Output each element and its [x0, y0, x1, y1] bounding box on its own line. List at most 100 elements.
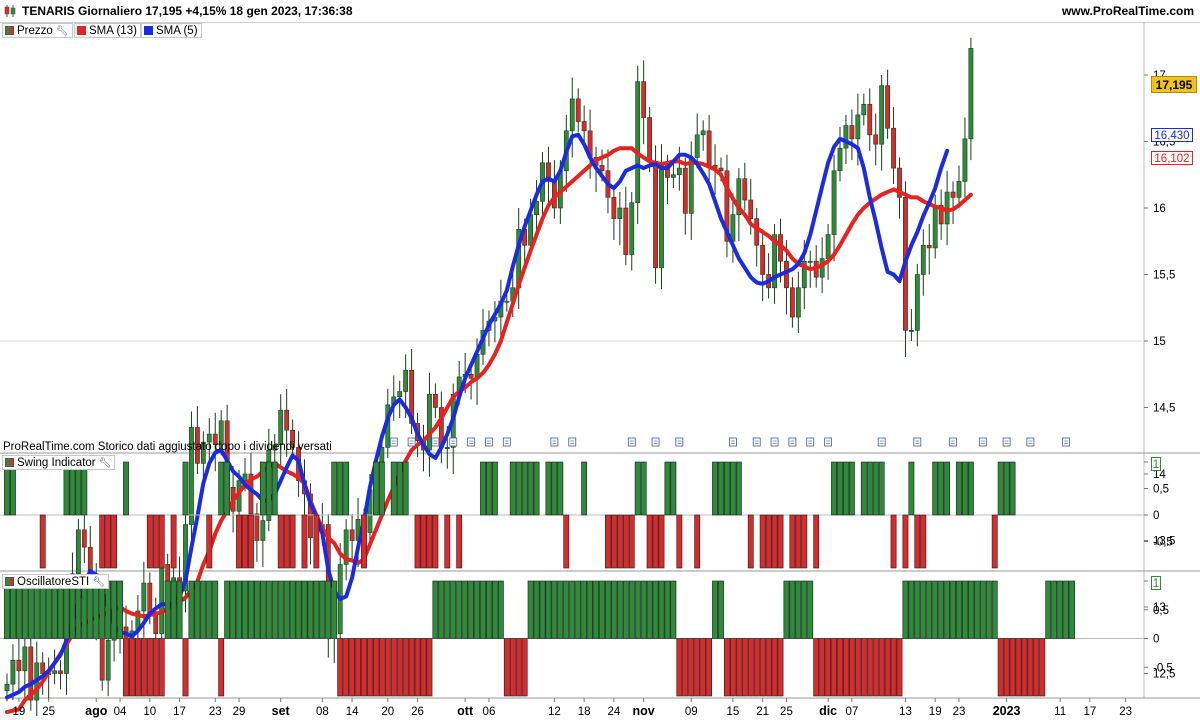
- sti-bar: [432, 580, 439, 639]
- sti-bar: [979, 580, 986, 639]
- candle-body: [795, 287, 801, 318]
- sti-bar: [337, 638, 344, 697]
- sti-bar: [688, 638, 695, 697]
- sti-bar: [938, 580, 945, 639]
- site-link[interactable]: www.ProRealTime.com: [1062, 4, 1194, 18]
- sti-bar: [700, 638, 707, 697]
- swing-bar: [515, 461, 522, 516]
- candle-body: [58, 670, 63, 674]
- swing-bar: [337, 461, 344, 516]
- swing-bar: [152, 514, 159, 569]
- sti-bar: [605, 580, 611, 639]
- time-tick-label: 09: [685, 706, 698, 718]
- swing-bar: [480, 461, 486, 516]
- legend-oscillatore-sti[interactable]: OscillatoreSTI 🔧︎: [2, 574, 109, 589]
- swing-bar: [265, 461, 272, 516]
- sti-bar: [807, 580, 814, 639]
- candle-body: [278, 409, 284, 446]
- chart-canvas[interactable]: 12,51313,51414,51515,51616,51717,5180,50…: [0, 22, 1200, 720]
- sti-bar: [140, 638, 147, 697]
- sti-bar: [206, 580, 213, 639]
- candle-body: [837, 147, 843, 172]
- swing-bar: [908, 461, 915, 516]
- legend-price[interactable]: Prezzo 🔧︎: [2, 23, 73, 38]
- swing-bar: [872, 461, 879, 516]
- sti-bar: [926, 580, 933, 639]
- sti-bar: [218, 638, 225, 697]
- sti-bar: [718, 580, 724, 639]
- swing-bar: [658, 514, 665, 569]
- swing-bar: [146, 514, 153, 569]
- osc-tick-label: 0,5: [1153, 484, 1169, 496]
- candle-body: [444, 447, 450, 449]
- candle-body: [403, 369, 409, 392]
- swing-bar: [521, 461, 528, 516]
- swing-bar: [283, 514, 290, 569]
- swing-bar: [545, 461, 552, 516]
- sti-last-badge: 1: [1151, 576, 1161, 590]
- wrench-icon[interactable]: 🔧︎: [99, 456, 112, 471]
- swing-bar: [610, 514, 617, 569]
- sti-bar: [599, 580, 605, 639]
- document-icon: [1002, 437, 1011, 447]
- time-tick-label: 24: [608, 706, 621, 718]
- chart-title: TENARIS Giornaliero 17,195 +4,15% 18 gen…: [22, 4, 353, 18]
- sti-bar: [325, 580, 332, 639]
- sti-bar: [563, 580, 570, 639]
- time-tick-label: 23: [1119, 706, 1132, 718]
- swing-bar: [920, 514, 927, 569]
- swing-bar: [622, 514, 629, 569]
- document-icon: [485, 437, 493, 447]
- wrench-icon[interactable]: 🔧︎: [92, 575, 105, 590]
- swing-bar: [789, 514, 796, 569]
- swing-bar: [962, 461, 968, 516]
- document-icon-page: [407, 437, 416, 447]
- document-icon-page: [449, 437, 458, 447]
- sti-bar: [819, 638, 826, 697]
- sti-bar: [117, 580, 123, 639]
- swing-bar: [848, 461, 855, 516]
- legend-sma13[interactable]: SMA (13): [74, 23, 141, 38]
- candle-body: [825, 234, 831, 259]
- document-icon: [651, 437, 660, 447]
- sti-bar: [259, 580, 266, 639]
- sti-bar: [129, 638, 135, 697]
- price-tick-label: 15: [1153, 336, 1166, 348]
- swing-bar: [1003, 461, 1010, 516]
- time-tick-label: 21: [756, 706, 769, 718]
- legend-sma5[interactable]: SMA (5): [141, 23, 202, 38]
- sti-bar: [527, 580, 534, 639]
- sti-bar: [967, 580, 974, 639]
- candle-body: [76, 529, 81, 575]
- time-tick-label: ott: [457, 704, 474, 718]
- swing-bar: [551, 461, 558, 516]
- candle-body: [932, 205, 938, 249]
- sti-bar: [1003, 638, 1010, 697]
- sti-bar: [212, 580, 219, 639]
- swing-bar: [331, 461, 338, 516]
- swing-bar: [271, 461, 278, 516]
- wrench-icon[interactable]: 🔧︎: [56, 24, 69, 39]
- swing-bar: [206, 514, 213, 569]
- document-icon-page: [877, 437, 886, 447]
- swing-bar: [938, 461, 945, 516]
- swing-bar: [99, 514, 106, 569]
- candle-body: [647, 117, 652, 162]
- sti-bar: [944, 580, 950, 639]
- candle-body: [789, 287, 795, 318]
- candle-body: [861, 103, 867, 116]
- swing-bar: [527, 461, 534, 516]
- time-tick-label: 26: [411, 706, 424, 718]
- sti-bar: [848, 638, 855, 697]
- legend-swing-indicator[interactable]: Swing Indicator 🔧︎: [2, 455, 116, 471]
- candle-body: [867, 103, 873, 136]
- swing-bar: [765, 514, 772, 569]
- sti-bar: [545, 580, 552, 639]
- swing-bar: [640, 461, 647, 516]
- candle-body: [22, 646, 28, 672]
- sti-bar: [265, 580, 272, 639]
- sti-bar: [158, 638, 165, 697]
- price-swatch: [5, 26, 14, 35]
- candle-body: [885, 85, 890, 129]
- candle-body: [254, 513, 260, 541]
